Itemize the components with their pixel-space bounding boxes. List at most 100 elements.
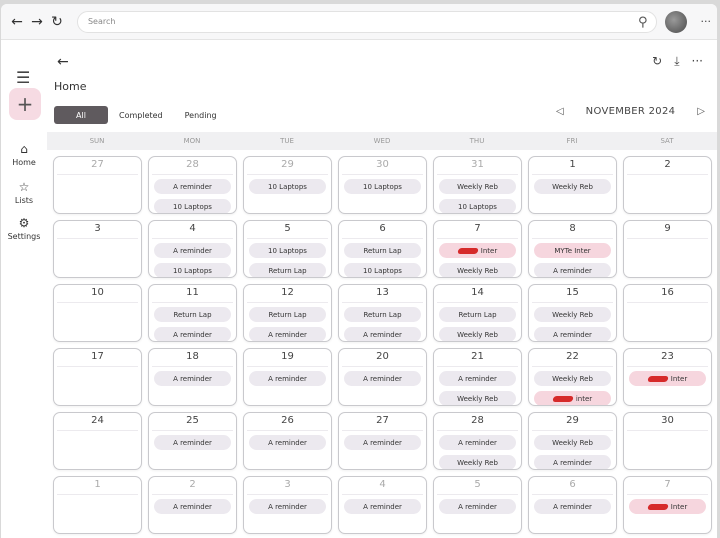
calendar-day-cell[interactable]: 12 Return Lap A reminder xyxy=(243,284,332,342)
avatar[interactable] xyxy=(664,10,687,33)
calendar-day-cell[interactable]: 21 A reminder Weekly Reb xyxy=(433,348,522,406)
event-chip[interactable]: A reminder xyxy=(154,243,231,258)
calendar-day-cell[interactable]: 4 A reminder xyxy=(338,476,427,534)
event-chip[interactable]: A reminder xyxy=(534,263,611,277)
event-chip[interactable]: Inter xyxy=(629,499,706,514)
refresh-icon[interactable]: ↻ xyxy=(47,12,67,32)
event-chip[interactable]: Weekly Reb xyxy=(439,327,516,341)
event-chip[interactable]: A reminder xyxy=(249,327,326,341)
calendar-day-cell[interactable]: 17 xyxy=(53,348,142,406)
sidebar-item-lists[interactable]: ☆ Lists xyxy=(1,180,47,205)
event-chip[interactable]: A reminder xyxy=(154,179,231,194)
search-input[interactable]: Search ⚲ xyxy=(76,10,657,33)
search-icon[interactable]: ⚲ xyxy=(638,15,648,30)
back-arrow-icon[interactable]: ← xyxy=(57,54,69,70)
filter-completed[interactable]: Completed xyxy=(108,106,174,124)
event-chip[interactable]: Return Lap xyxy=(344,243,421,258)
forward-arrow-icon[interactable]: → xyxy=(27,12,47,32)
event-chip[interactable]: Weekly Reb xyxy=(439,455,516,469)
calendar-day-cell[interactable]: 28 A reminder 10 Laptops xyxy=(148,156,237,214)
event-chip[interactable]: Weekly Reb xyxy=(534,307,611,322)
calendar-day-cell[interactable]: 5 10 Laptops Return Lap xyxy=(243,220,332,278)
calendar-day-cell[interactable]: 2 A reminder xyxy=(148,476,237,534)
calendar-day-cell[interactable]: 10 xyxy=(53,284,142,342)
event-chip[interactable]: Weekly Reb xyxy=(534,371,611,386)
event-chip[interactable]: 10 Laptops xyxy=(154,263,231,277)
event-chip[interactable]: Weekly Reb xyxy=(534,179,611,194)
event-chip[interactable]: A reminder xyxy=(154,435,231,450)
calendar-day-cell[interactable]: 1 xyxy=(53,476,142,534)
calendar-day-cell[interactable]: 29 Weekly Reb A reminder xyxy=(528,412,617,470)
calendar-day-cell[interactable]: 30 xyxy=(623,412,712,470)
calendar-day-cell[interactable]: 15 Weekly Reb A reminder xyxy=(528,284,617,342)
calendar-day-cell[interactable]: 29 10 Laptops xyxy=(243,156,332,214)
event-chip[interactable]: Return Lap xyxy=(344,307,421,322)
event-chip[interactable]: 10 Laptops xyxy=(154,199,231,213)
calendar-day-cell[interactable]: 20 A reminder xyxy=(338,348,427,406)
event-chip[interactable]: A reminder xyxy=(344,499,421,514)
event-chip[interactable]: 10 Laptops xyxy=(439,199,516,213)
event-chip[interactable]: Return Lap xyxy=(439,307,516,322)
sidebar-item-home[interactable]: ⌂ Home xyxy=(1,142,47,167)
calendar-day-cell[interactable]: 3 xyxy=(53,220,142,278)
event-chip[interactable]: A reminder xyxy=(154,327,231,341)
calendar-day-cell[interactable]: 27 xyxy=(53,156,142,214)
event-chip[interactable]: inter xyxy=(534,391,611,405)
calendar-day-cell[interactable]: 30 10 Laptops xyxy=(338,156,427,214)
calendar-day-cell[interactable]: 26 A reminder xyxy=(243,412,332,470)
event-chip[interactable]: A reminder xyxy=(439,499,516,514)
calendar-day-cell[interactable]: 1 Weekly Reb xyxy=(528,156,617,214)
filter-all[interactable]: All xyxy=(54,106,108,124)
calendar-day-cell[interactable]: 6 A reminder xyxy=(528,476,617,534)
event-chip[interactable]: A reminder xyxy=(534,327,611,341)
back-arrow-icon[interactable]: ← xyxy=(7,12,27,32)
download-icon[interactable]: ⤓ xyxy=(674,54,679,69)
event-chip[interactable]: Return Lap xyxy=(249,263,326,277)
more-options-icon[interactable]: ··· xyxy=(692,54,703,69)
calendar-day-cell[interactable]: 7 Inter xyxy=(623,476,712,534)
filter-pending[interactable]: Pending xyxy=(174,106,228,124)
calendar-day-cell[interactable]: 16 xyxy=(623,284,712,342)
calendar-day-cell[interactable]: 6 Return Lap 10 Laptops xyxy=(338,220,427,278)
calendar-day-cell[interactable]: 7 Inter Weekly Reb xyxy=(433,220,522,278)
event-chip[interactable]: 10 Laptops xyxy=(249,179,326,194)
event-chip[interactable]: Return Lap xyxy=(249,307,326,322)
event-chip[interactable]: 10 Laptops xyxy=(344,263,421,277)
event-chip[interactable]: 10 Laptops xyxy=(344,179,421,194)
next-month-icon[interactable]: ▷ xyxy=(697,106,705,117)
event-chip[interactable]: A reminder xyxy=(439,435,516,450)
calendar-day-cell[interactable]: 8 MYTe Inter A reminder xyxy=(528,220,617,278)
calendar-day-cell[interactable]: 11 Return Lap A reminder xyxy=(148,284,237,342)
calendar-day-cell[interactable]: 22 Weekly Reb inter xyxy=(528,348,617,406)
previous-month-icon[interactable]: ◁ xyxy=(556,106,564,117)
event-chip[interactable]: A reminder xyxy=(439,371,516,386)
event-chip[interactable]: 10 Laptops xyxy=(249,243,326,258)
event-chip[interactable]: A reminder xyxy=(154,371,231,386)
event-chip[interactable]: A reminder xyxy=(154,499,231,514)
more-options-icon[interactable]: ··· xyxy=(701,15,712,28)
event-chip[interactable]: Weekly Reb xyxy=(439,263,516,277)
event-chip[interactable]: A reminder xyxy=(344,371,421,386)
calendar-day-cell[interactable]: 19 A reminder xyxy=(243,348,332,406)
event-chip[interactable]: A reminder xyxy=(344,435,421,450)
calendar-day-cell[interactable]: 31 Weekly Reb 10 Laptops xyxy=(433,156,522,214)
event-chip[interactable]: Weekly Reb xyxy=(439,179,516,194)
calendar-day-cell[interactable]: 4 A reminder 10 Laptops xyxy=(148,220,237,278)
calendar-day-cell[interactable]: 9 xyxy=(623,220,712,278)
event-chip[interactable]: A reminder xyxy=(534,499,611,514)
event-chip[interactable]: Inter xyxy=(439,243,516,258)
hamburger-menu-icon[interactable]: ☰ xyxy=(16,68,30,87)
event-chip[interactable]: A reminder xyxy=(249,499,326,514)
calendar-day-cell[interactable]: 5 A reminder xyxy=(433,476,522,534)
sidebar-item-settings[interactable]: ⚙ Settings xyxy=(1,216,47,241)
refresh-icon[interactable]: ↻ xyxy=(652,54,662,69)
event-chip[interactable]: A reminder xyxy=(344,327,421,341)
calendar-day-cell[interactable]: 14 Return Lap Weekly Reb xyxy=(433,284,522,342)
calendar-day-cell[interactable]: 13 Return Lap A reminder xyxy=(338,284,427,342)
event-chip[interactable]: MYTe Inter xyxy=(534,243,611,258)
calendar-day-cell[interactable]: 27 A reminder xyxy=(338,412,427,470)
calendar-day-cell[interactable]: 2 xyxy=(623,156,712,214)
event-chip[interactable]: Weekly Reb xyxy=(534,435,611,450)
calendar-day-cell[interactable]: 18 A reminder xyxy=(148,348,237,406)
event-chip[interactable]: Weekly Reb xyxy=(439,391,516,405)
